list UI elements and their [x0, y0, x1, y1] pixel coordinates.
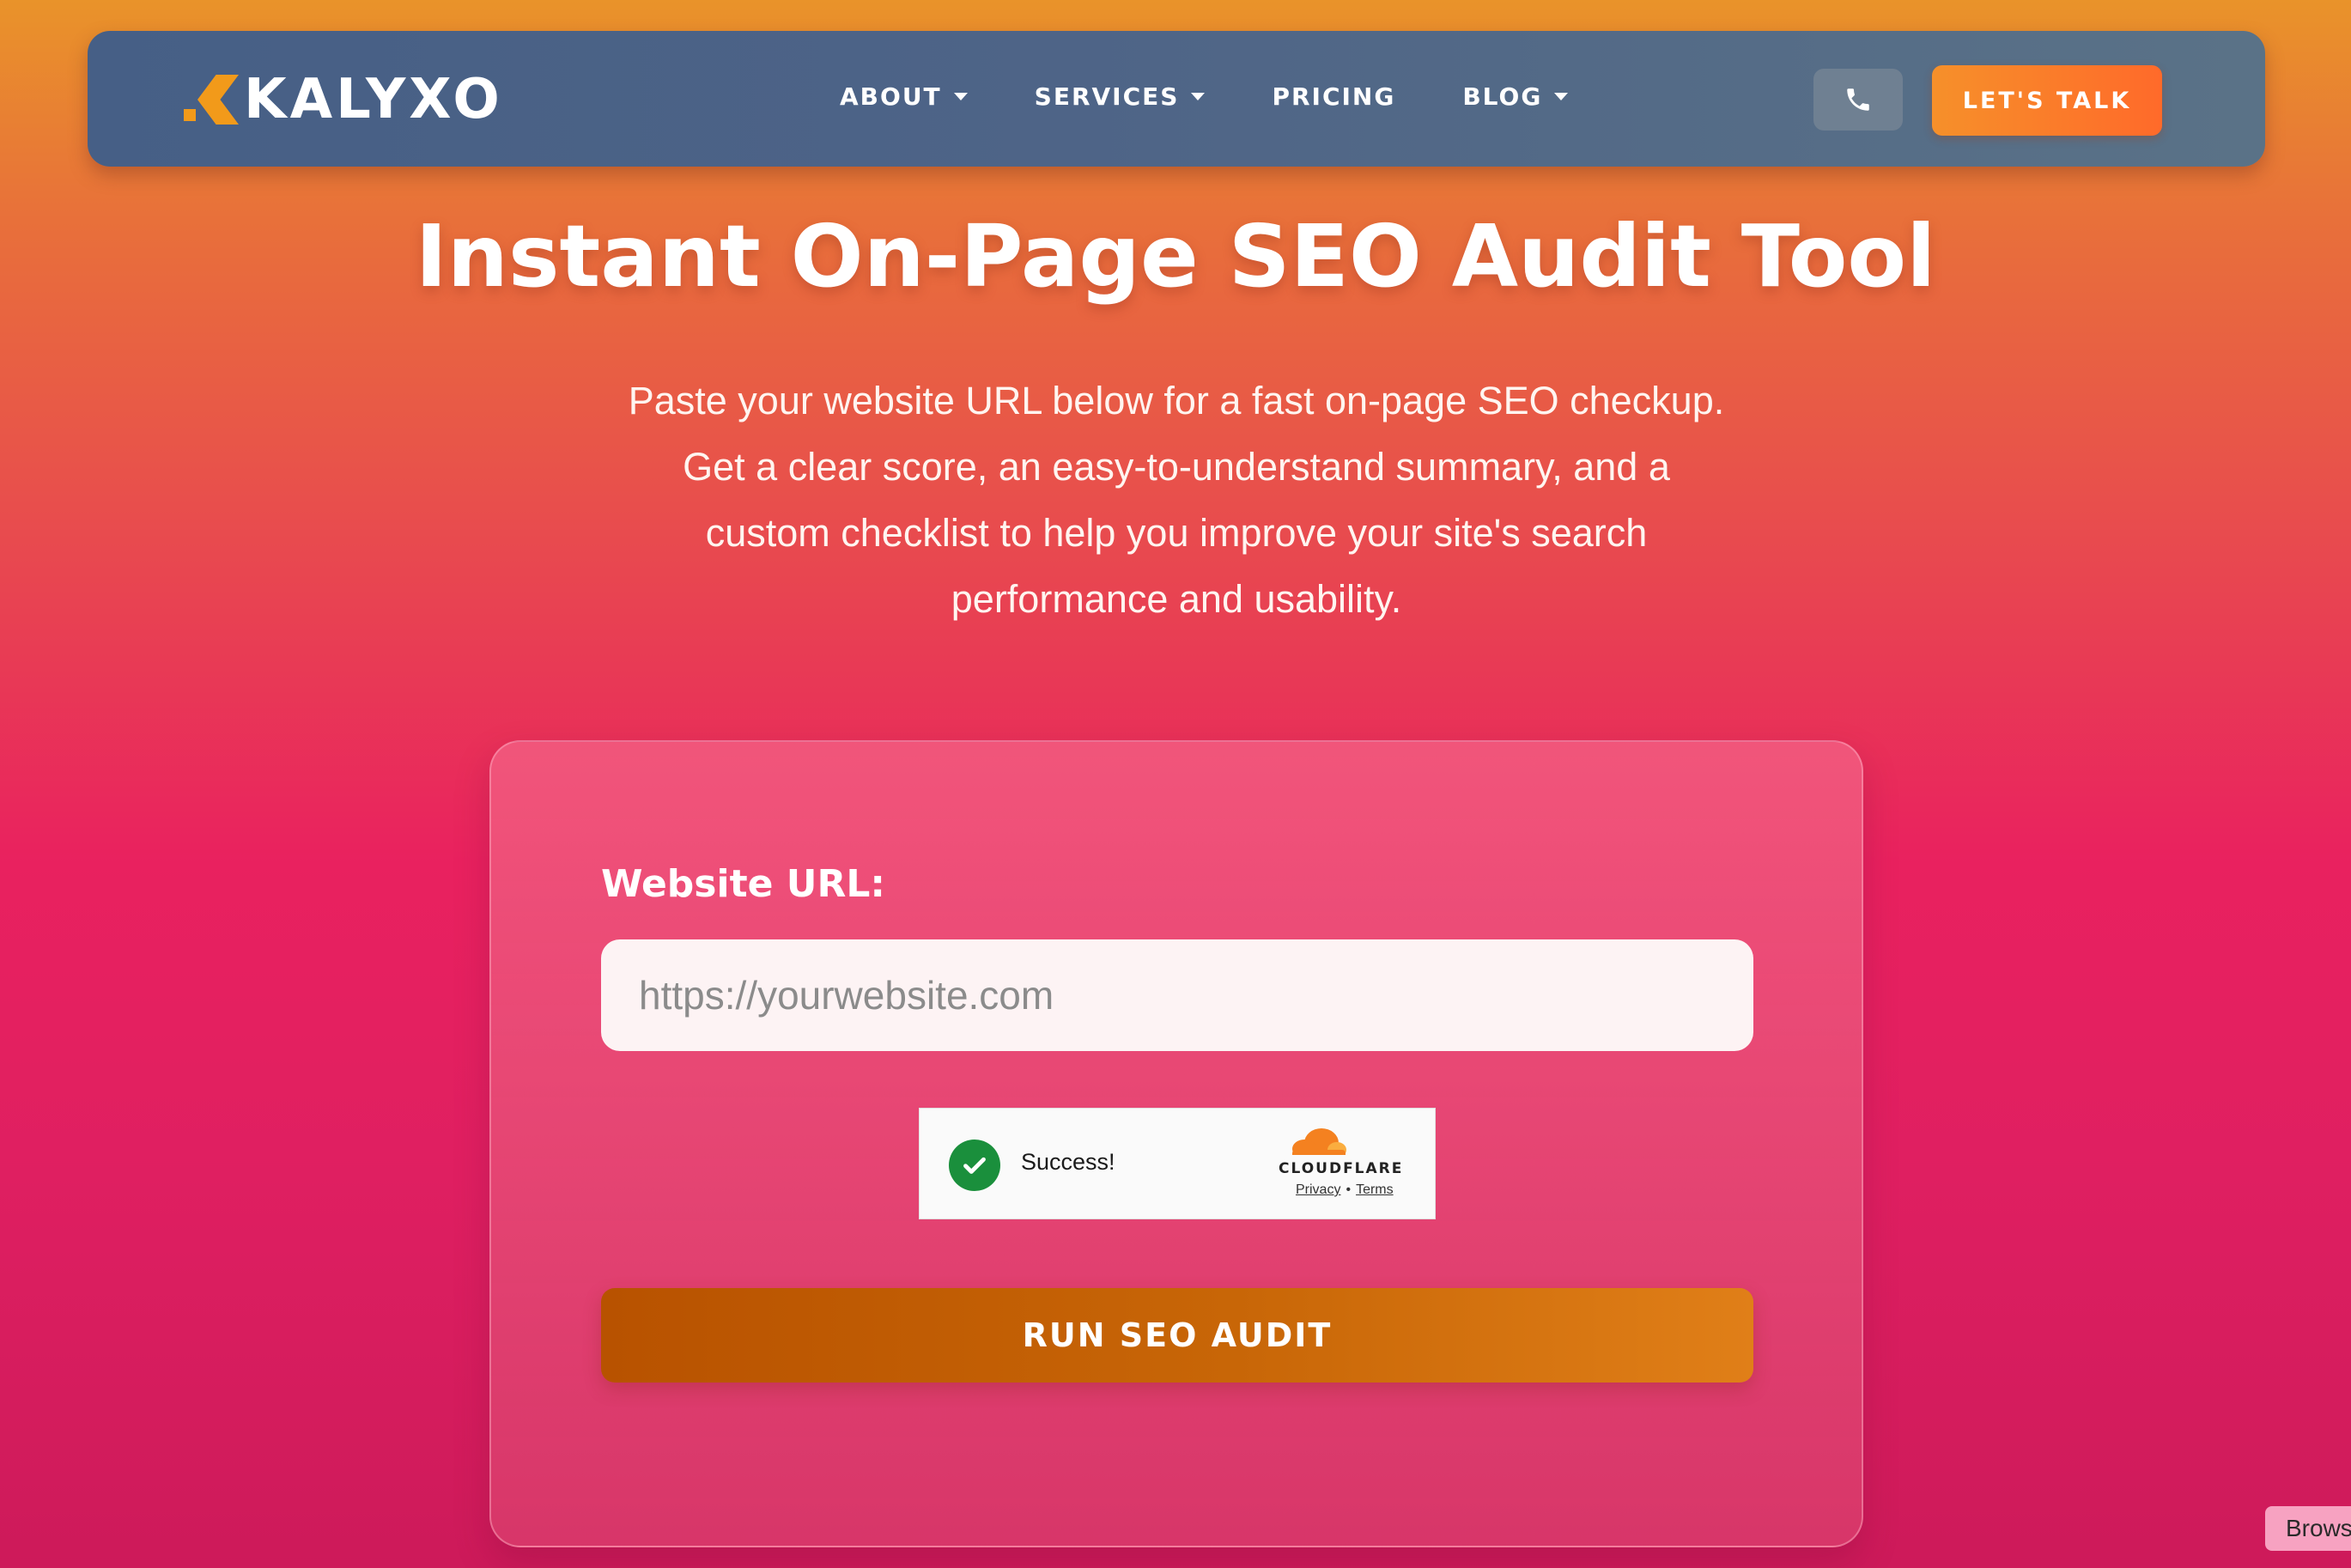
nav-item-blog[interactable]: BLOG [1462, 82, 1569, 111]
website-url-label: Website URL: [601, 862, 886, 906]
cloudflare-captcha-widget[interactable]: Success! CLOUDFLARE Privacy • Terms [919, 1108, 1436, 1219]
nav-item-about[interactable]: ABOUT [840, 82, 968, 111]
run-seo-audit-button[interactable]: RUN SEO AUDIT [601, 1288, 1753, 1383]
success-check-icon [949, 1140, 1000, 1191]
nav-links: ABOUT SERVICES PRICING BLOG [840, 79, 1569, 113]
terms-link[interactable]: Terms [1356, 1182, 1394, 1197]
hero-description-line: Get a clear score, an easy-to-understand… [683, 445, 1670, 489]
nav-item-label: ABOUT [840, 82, 942, 111]
nav-item-services[interactable]: SERVICES [1035, 82, 1206, 111]
privacy-link[interactable]: Privacy [1296, 1182, 1340, 1197]
caret-down-icon [1554, 92, 1569, 100]
browse-tab[interactable]: Brows [2265, 1506, 2351, 1551]
phone-icon [1847, 88, 1869, 111]
nav-item-label: BLOG [1462, 82, 1543, 111]
logo-mark-icon [184, 75, 239, 125]
logo-text: KALYXO [244, 68, 503, 131]
link-separator: • [1346, 1182, 1352, 1197]
navbar: KALYXO ABOUT SERVICES PRICING BLOG LET'S… [88, 31, 2265, 167]
logo[interactable]: KALYXO [184, 68, 503, 131]
captcha-status-text: Success! [1021, 1149, 1115, 1175]
audit-form-card: Website URL: Success! CLOUDFLARE Privacy… [489, 740, 1863, 1547]
page-title: Instant On-Page SEO Audit Tool [415, 206, 1936, 307]
nav-item-label: SERVICES [1034, 82, 1180, 111]
phone-button[interactable] [1813, 69, 1903, 131]
cloudflare-cloud-icon [1292, 1128, 1346, 1158]
hero-description-line: custom checklist to help you improve you… [705, 511, 1648, 555]
cloudflare-brand: CLOUDFLARE [1279, 1160, 1404, 1177]
captcha-links: Privacy • Terms [1296, 1182, 1394, 1198]
caret-down-icon [953, 92, 968, 100]
lets-talk-button[interactable]: LET'S TALK [1932, 65, 2162, 136]
hero-description-line: Paste your website URL below for a fast … [628, 379, 1725, 422]
website-url-input[interactable] [601, 939, 1753, 1051]
nav-item-label: PRICING [1272, 82, 1396, 111]
caret-down-icon [1191, 92, 1206, 100]
nav-item-pricing[interactable]: PRICING [1272, 82, 1395, 111]
hero-description: Paste your website URL below for a fast … [541, 368, 1812, 632]
hero-description-line: performance and usability. [951, 577, 1402, 621]
